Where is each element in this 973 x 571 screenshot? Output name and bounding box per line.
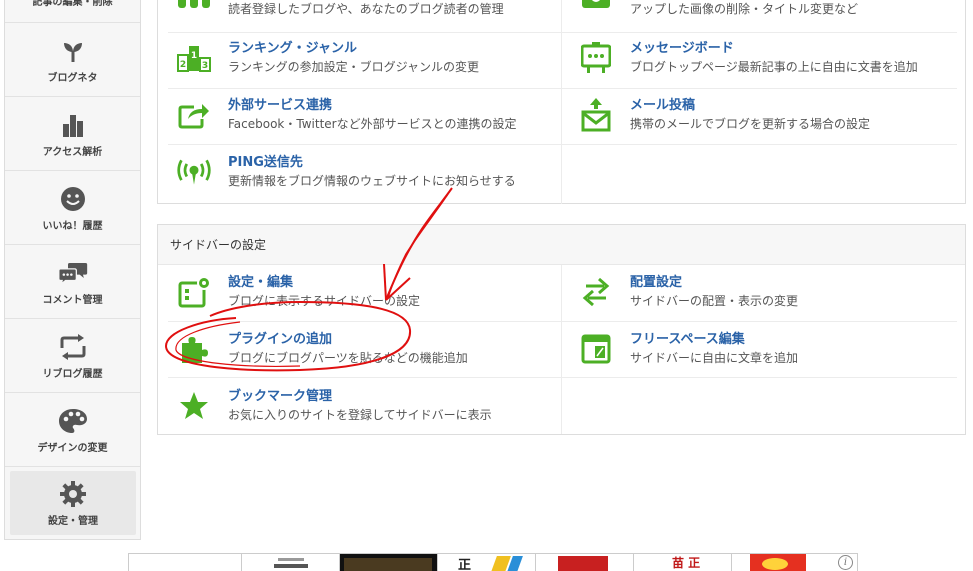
- bar-chart-icon: [58, 110, 88, 140]
- item-title-link[interactable]: メッセージボード: [630, 40, 918, 58]
- sidebar-item-label: リブログ履歴: [42, 368, 103, 380]
- message-board-item[interactable]: メッセージボード ブログトップページ最新記事の上に自由に文書を追加: [578, 40, 918, 77]
- star-icon: [176, 388, 212, 424]
- reblog-icon: [58, 332, 88, 362]
- smiley-icon: [58, 184, 88, 214]
- palette-icon: [58, 406, 88, 436]
- sidebar-item-label: ブログネタ: [47, 72, 98, 84]
- item-title-link[interactable]: ランキング・ジャンル: [228, 40, 479, 58]
- item-description: 読者登録したブログや、あなたのブログ読者の管理: [228, 2, 504, 16]
- ping-destination-item[interactable]: PING送信先 更新情報をブログ情報のウェブサイトにお知らせする: [176, 154, 516, 191]
- svg-text:2: 2: [180, 60, 186, 70]
- sidebar-item-like-history[interactable]: いいね！履歴: [5, 171, 140, 245]
- sidebar-item-edit-articles-label[interactable]: 記事の編集・削除: [5, 0, 140, 8]
- svg-text:1: 1: [191, 51, 197, 61]
- swap-arrows-icon: [578, 274, 614, 310]
- column-divider: [561, 0, 562, 204]
- chat-bubbles-icon: [57, 258, 88, 288]
- sidebar-edit-item[interactable]: 設定・編集 ブログに表示するサイドバーの設定: [176, 274, 420, 311]
- share-icon: [176, 97, 212, 133]
- panel-heading: サイドバーの設定: [158, 225, 965, 265]
- row-divider: [168, 144, 957, 145]
- ad-thumbnail-text: 正: [458, 558, 472, 571]
- ad-thumbnail[interactable]: [732, 554, 830, 571]
- item-title-link[interactable]: 設定・編集: [228, 274, 420, 292]
- row-divider: [168, 321, 957, 322]
- podium-icon: 213: [176, 40, 212, 76]
- message-board-icon: [578, 40, 614, 76]
- item-description: 更新情報をブログ情報のウェブサイトにお知らせする: [228, 174, 516, 188]
- sprout-icon: [58, 36, 88, 66]
- svg-text:3: 3: [202, 61, 208, 71]
- row-divider: [168, 32, 957, 33]
- item-description: ブログにブログパーツを貼るなどの機能追加: [228, 351, 468, 365]
- sidebar-settings-panel: サイドバーの設定 設定・編集 ブログに表示するサイドバーの設定 配置設定 サイド…: [157, 224, 966, 435]
- item-title-link[interactable]: 配置設定: [630, 274, 798, 292]
- external-services-item[interactable]: 外部サービス連携 Facebook・Twitterなど外部サービスとの連携の設定: [176, 97, 517, 134]
- ad-thumbnail[interactable]: [340, 554, 438, 571]
- ranking-genre-item[interactable]: 213 ランキング・ジャンル ランキングの参加設定・ブログジャンルの変更: [176, 40, 479, 77]
- image-management-item[interactable]: アップした画像の削除・タイトル変更など: [578, 0, 858, 19]
- item-description: サイドバーに自由に文章を追加: [630, 351, 799, 365]
- camera-icon: [578, 0, 614, 18]
- ad-thumbnail[interactable]: [536, 554, 634, 571]
- sidebar-layout-item[interactable]: 配置設定 サイドバーの配置・表示の変更: [578, 274, 798, 311]
- ad-banner-strip[interactable]: 正 苗 正: [128, 553, 858, 571]
- sidebar-item-blog-neta[interactable]: ブログネタ: [5, 22, 140, 97]
- item-title-link[interactable]: フリースペース編集: [630, 331, 798, 349]
- ad-thumbnail-text: 苗 正: [672, 556, 701, 570]
- sidebar-item-access-analysis[interactable]: アクセス解析: [5, 97, 140, 171]
- item-title-link[interactable]: メール投稿: [630, 97, 870, 115]
- ad-thumbnail[interactable]: 正: [438, 554, 536, 571]
- row-divider: [168, 88, 957, 89]
- sidebar-item-label: デザインの変更: [37, 442, 108, 454]
- column-divider: [561, 265, 562, 434]
- item-title-link[interactable]: プラグインの追加: [228, 331, 468, 349]
- ad-thumbnail[interactable]: [129, 554, 242, 571]
- sidebar-item-reblog-history[interactable]: リブログ履歴: [5, 319, 140, 393]
- ad-info-icon[interactable]: i: [838, 555, 853, 570]
- item-description: ブログトップページ最新記事の上に自由に文書を追加: [630, 60, 918, 74]
- item-description: ブログに表示するサイドバーの設定: [228, 294, 421, 308]
- readers-icon: [176, 0, 212, 18]
- readers-management-item[interactable]: 読者登録したブログや、あなたのブログ読者の管理: [176, 0, 504, 19]
- ad-thumbnail[interactable]: [242, 554, 340, 571]
- mail-posting-item[interactable]: メール投稿 携帯のメールでブログを更新する場合の設定: [578, 97, 870, 134]
- sidebar-item-design-change[interactable]: デザインの変更: [5, 393, 140, 467]
- sidebar-item-label: コメント管理: [42, 294, 103, 306]
- blog-management-panel: 読者登録したブログや、あなたのブログ読者の管理 アップした画像の削除・タイトル変…: [157, 0, 966, 204]
- sidebar-item-label: いいね！履歴: [42, 220, 103, 232]
- item-title-link[interactable]: PING送信先: [228, 154, 516, 172]
- sidebar-item-settings-management[interactable]: 設定・管理: [10, 471, 136, 535]
- item-title-link[interactable]: ブックマーク管理: [228, 388, 492, 406]
- add-plugin-item[interactable]: プラグインの追加 ブログにブログパーツを貼るなどの機能追加: [176, 331, 468, 368]
- puzzle-icon: [176, 331, 212, 367]
- item-description: ランキングの参加設定・ブログジャンルの変更: [228, 60, 480, 74]
- item-title-link[interactable]: 外部サービス連携: [228, 97, 517, 115]
- sidebar-settings-icon: [176, 274, 212, 310]
- item-description: アップした画像の削除・タイトル変更など: [630, 2, 859, 16]
- item-description: 携帯のメールでブログを更新する場合の設定: [630, 117, 871, 131]
- broadcast-icon: [176, 154, 212, 190]
- free-space-item[interactable]: フリースペース編集 サイドバーに自由に文章を追加: [578, 331, 798, 368]
- bookmark-management-item[interactable]: ブックマーク管理 お気に入りのサイトを登録してサイドバーに表示: [176, 388, 492, 425]
- item-description: サイドバーの配置・表示の変更: [630, 294, 799, 308]
- row-divider: [168, 377, 957, 378]
- item-description: Facebook・Twitterなど外部サービスとの連携の設定: [228, 117, 517, 131]
- free-space-icon: [578, 331, 614, 367]
- sidebar-item-comment-management[interactable]: コメント管理: [5, 245, 140, 319]
- sidebar-item-label: アクセス解析: [42, 146, 103, 158]
- gear-icon: [58, 479, 88, 509]
- left-sidebar: 記事の編集・削除 ブログネタ アクセス解析 いいね！履歴 コメント管理 リブログ…: [4, 0, 141, 540]
- mail-upload-icon: [578, 97, 614, 133]
- sidebar-item-label: 設定・管理: [48, 516, 98, 527]
- ad-thumbnail[interactable]: 苗 正: [634, 554, 732, 571]
- item-description: お気に入りのサイトを登録してサイドバーに表示: [228, 408, 492, 422]
